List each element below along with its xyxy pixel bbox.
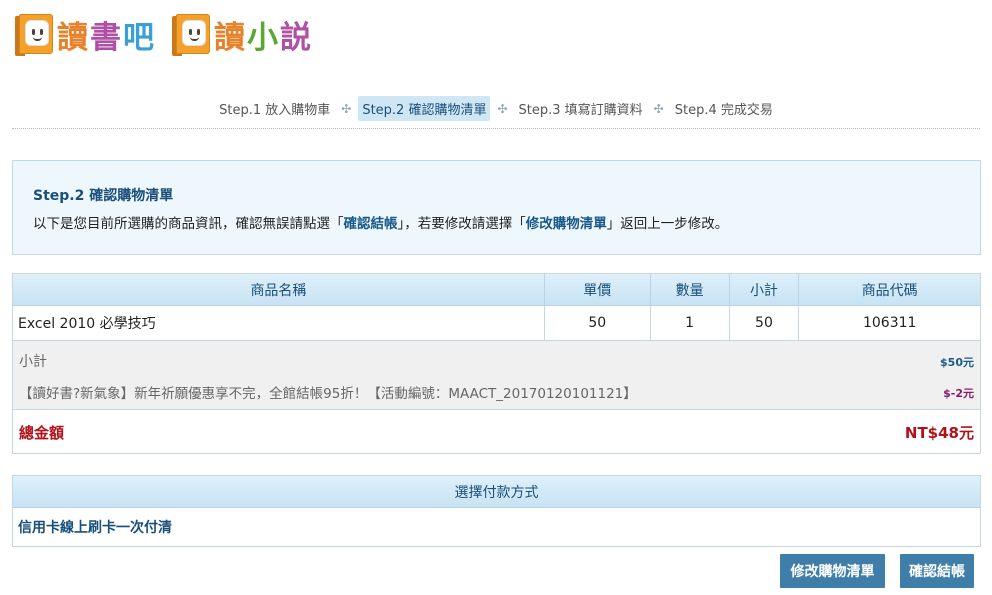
confirm-hint: 確認結帳	[343, 216, 398, 232]
table-row: Excel 2010 必學技巧 50 1 50 106311	[13, 306, 980, 341]
info-box: Step.2 確認購物清單 以下是您目前所選購的商品資訊，確認無誤請點選「確認結…	[12, 160, 981, 255]
logo-duxiaoshuo[interactable]: 讀小説	[172, 12, 313, 57]
step-2-active: Step.2 確認購物清單	[358, 96, 491, 121]
cell-subtotal: 50	[730, 306, 800, 340]
cell-quantity: 1	[651, 306, 730, 340]
step-4: Step.4 完成交易	[674, 103, 773, 118]
book-mascot-icon	[15, 13, 53, 56]
step-separator-icon: ✣	[653, 101, 664, 116]
order-table: 商品名稱 單價 數量 小計 商品代碼 Excel 2010 必學技巧 50 1 …	[12, 273, 981, 454]
promo-text: 【讀好書?新氣象】新年祈願優惠享不完，全館結帳95折！【活動編號：MAACT_2…	[19, 386, 637, 402]
book-mascot-icon	[172, 13, 210, 56]
cell-product-name: Excel 2010 必學技巧	[13, 306, 545, 340]
logo-dushuba[interactable]: 讀書吧	[15, 12, 156, 57]
logo-text: 讀書吧	[57, 20, 156, 56]
step-separator-icon: ✣	[341, 101, 352, 116]
table-header: 商品名稱 單價 數量 小計 商品代碼	[13, 274, 980, 306]
edit-cart-button[interactable]: 修改購物清單	[780, 554, 885, 588]
header-unit-price: 單價	[545, 274, 651, 305]
info-description: 以下是您目前所選購的商品資訊，確認無誤請點選「確認結帳」，若要修改請選擇「修改購…	[33, 216, 729, 232]
summary-section: 小計 $50元 【讀好書?新氣象】新年祈願優惠享不完，全館結帳95折！【活動編號…	[13, 341, 980, 410]
promo-amount: $-2元	[943, 387, 974, 400]
header-product-code: 商品代碼	[861, 282, 918, 299]
payment-section: 選擇付款方式 信用卡線上刷卡一次付清	[12, 475, 981, 547]
total-section: 總金額 NT$48元	[13, 410, 980, 453]
header-subtotal: 小計	[730, 274, 800, 305]
checkout-steps: Step.1 放入購物車 ✣ Step.2 確認購物清單 ✣ Step.3 填寫…	[0, 96, 992, 121]
logo-text: 讀小説	[214, 20, 313, 56]
header-quantity: 數量	[651, 274, 730, 305]
edit-hint: 修改購物清單	[525, 216, 607, 232]
header-product-name: 商品名稱	[13, 274, 545, 305]
confirm-checkout-button[interactable]: 確認結帳	[900, 554, 974, 588]
subtotal-amount: $50元	[940, 356, 974, 369]
subtotal-label: 小計	[19, 354, 47, 370]
total-label: 總金額	[19, 424, 65, 442]
payment-method-option[interactable]: 信用卡線上刷卡一次付清	[13, 508, 980, 546]
step-3: Step.3 填寫訂購資料	[518, 103, 643, 118]
cell-unit-price: 50	[545, 306, 651, 340]
payment-header: 選擇付款方式	[13, 476, 980, 508]
step-separator-icon: ✣	[497, 101, 508, 116]
divider	[12, 128, 980, 129]
step-1: Step.1 放入購物車	[219, 103, 331, 118]
info-title: Step.2 確認購物清單	[33, 188, 174, 204]
total-amount: NT$48元	[904, 424, 974, 442]
cell-product-code: 106311	[862, 315, 917, 331]
